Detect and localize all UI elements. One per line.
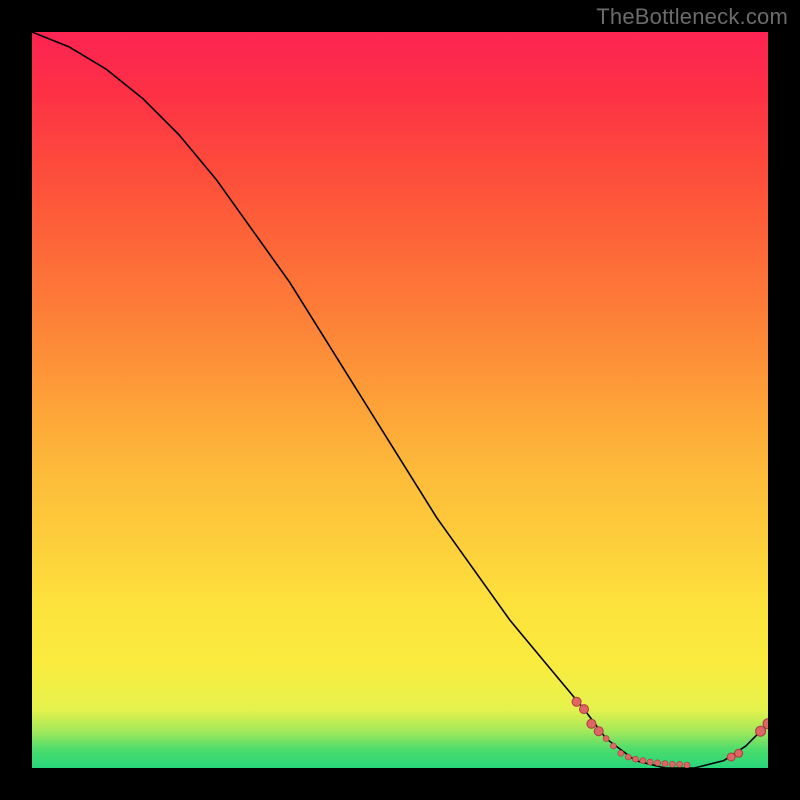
gpu-point bbox=[669, 761, 675, 767]
gpu-point bbox=[610, 743, 616, 749]
gpu-point bbox=[580, 705, 589, 714]
chart-frame: TheBottleneck.com bbox=[0, 0, 800, 800]
gpu-point bbox=[655, 760, 661, 766]
gpu-point bbox=[625, 754, 631, 760]
gpu-points bbox=[572, 697, 768, 768]
gpu-point bbox=[727, 753, 735, 761]
curve-path bbox=[32, 32, 768, 768]
plot-area bbox=[32, 32, 768, 768]
gpu-point bbox=[647, 759, 653, 765]
bottleneck-curve bbox=[32, 32, 768, 768]
watermark-text: TheBottleneck.com bbox=[596, 4, 788, 30]
gpu-point bbox=[677, 761, 683, 767]
gpu-point bbox=[618, 750, 624, 756]
gpu-point bbox=[735, 749, 743, 757]
gpu-point bbox=[640, 758, 646, 764]
gpu-point bbox=[633, 756, 639, 762]
gpu-point bbox=[587, 719, 596, 728]
gpu-point bbox=[756, 726, 766, 736]
gpu-point bbox=[594, 727, 603, 736]
gpu-point bbox=[572, 697, 581, 706]
gpu-point bbox=[684, 762, 690, 768]
gpu-point bbox=[603, 736, 609, 742]
gpu-point bbox=[662, 761, 668, 767]
